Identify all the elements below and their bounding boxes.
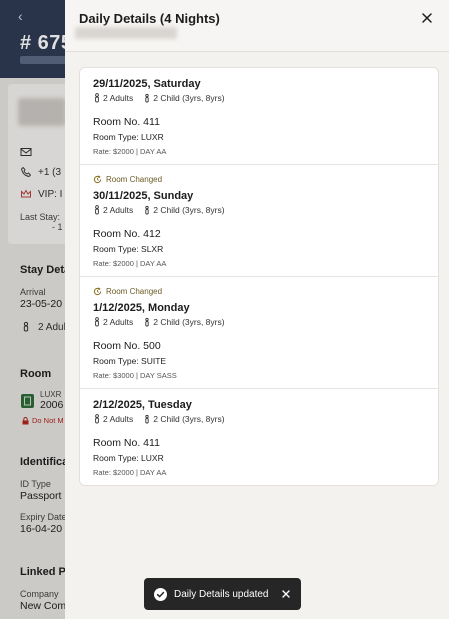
rate: Rate: $2000 | DAY AA [93, 147, 167, 156]
children-item: 2 Child (3yrs, 8yrs) [143, 414, 225, 424]
room-changed-badge: Room Changed [93, 287, 425, 296]
room-type: Room Type: SUITE [93, 356, 167, 366]
room-type: Room Type: LUXR [93, 132, 164, 142]
room-type: Room Type: LUXR [93, 453, 164, 463]
adults-count: 2 Adults [103, 205, 134, 215]
check-circle-icon [154, 587, 167, 601]
adults-item: 2 Adults [93, 414, 133, 424]
daily-details-drawer: Daily Details (4 Nights) 29/11/2025, Sat… [65, 0, 449, 619]
occupancy-row: 2 Adults 2 Child (3yrs, 8yrs) [93, 205, 425, 215]
child-icon [145, 414, 149, 424]
rate: Rate: $2000 | DAY AA [93, 259, 167, 268]
adult-icon [95, 93, 99, 103]
adults-count: 2 Adults [103, 317, 134, 327]
room-number: Room No. 411 [93, 116, 160, 128]
child-icon [145, 205, 149, 215]
room-changed-text: Room Changed [106, 287, 163, 296]
children-item: 2 Child (3yrs, 8yrs) [143, 205, 225, 215]
room-number: Room No. 411 [93, 437, 160, 449]
child-icon [145, 317, 149, 327]
adult-icon [95, 317, 99, 327]
adults-count: 2 Adults [103, 93, 134, 103]
room-type: Room Type: SLXR [93, 244, 164, 254]
guest-name-redacted-drawer [75, 27, 177, 39]
children-item: 2 Child (3yrs, 8yrs) [143, 317, 225, 327]
adults-item: 2 Adults [93, 317, 133, 327]
room-change-icon [93, 287, 102, 296]
children-count: 2 Child (3yrs, 8yrs) [153, 93, 225, 103]
toast-close-icon[interactable] [281, 589, 291, 599]
children-count: 2 Child (3yrs, 8yrs) [153, 205, 225, 215]
drawer-title: Daily Details (4 Nights) [79, 11, 220, 26]
day-card: Room Changed 30/11/2025, Sunday 2 Adults… [80, 165, 438, 277]
day-card: 29/11/2025, Saturday 2 Adults 2 Child (3… [80, 68, 438, 165]
toast-notification: Daily Details updated [144, 578, 301, 610]
children-count: 2 Child (3yrs, 8yrs) [153, 317, 225, 327]
day-date: 29/11/2025, Saturday [93, 78, 201, 90]
day-card: 2/12/2025, Tuesday 2 Adults 2 Child (3yr… [80, 389, 438, 485]
room-changed-text: Room Changed [106, 175, 163, 184]
occupancy-row: 2 Adults 2 Child (3yrs, 8yrs) [93, 317, 425, 327]
room-number: Room No. 500 [93, 340, 161, 352]
children-item: 2 Child (3yrs, 8yrs) [143, 93, 225, 103]
occupancy-row: 2 Adults 2 Child (3yrs, 8yrs) [93, 93, 425, 103]
day-date: 1/12/2025, Monday [93, 302, 190, 314]
occupancy-row: 2 Adults 2 Child (3yrs, 8yrs) [93, 414, 425, 424]
rate: Rate: $2000 | DAY AA [93, 468, 167, 477]
day-card: Room Changed 1/12/2025, Monday 2 Adults … [80, 277, 438, 389]
adult-icon [95, 205, 99, 215]
adults-count: 2 Adults [103, 414, 134, 424]
adults-item: 2 Adults [93, 93, 133, 103]
toast-message: Daily Details updated [174, 588, 269, 600]
room-number: Room No. 412 [93, 228, 161, 240]
adults-item: 2 Adults [93, 205, 133, 215]
room-changed-badge: Room Changed [93, 175, 425, 184]
drawer-header: Daily Details (4 Nights) [65, 0, 449, 52]
room-change-icon [93, 175, 102, 184]
daily-details-list: 29/11/2025, Saturday 2 Adults 2 Child (3… [79, 67, 439, 486]
day-date: 2/12/2025, Tuesday [93, 399, 192, 411]
children-count: 2 Child (3yrs, 8yrs) [153, 414, 225, 424]
child-icon [145, 93, 149, 103]
adult-icon [95, 414, 99, 424]
close-icon[interactable] [419, 10, 435, 26]
rate: Rate: $3000 | DAY SASS [93, 371, 177, 380]
day-date: 30/11/2025, Sunday [93, 190, 194, 202]
